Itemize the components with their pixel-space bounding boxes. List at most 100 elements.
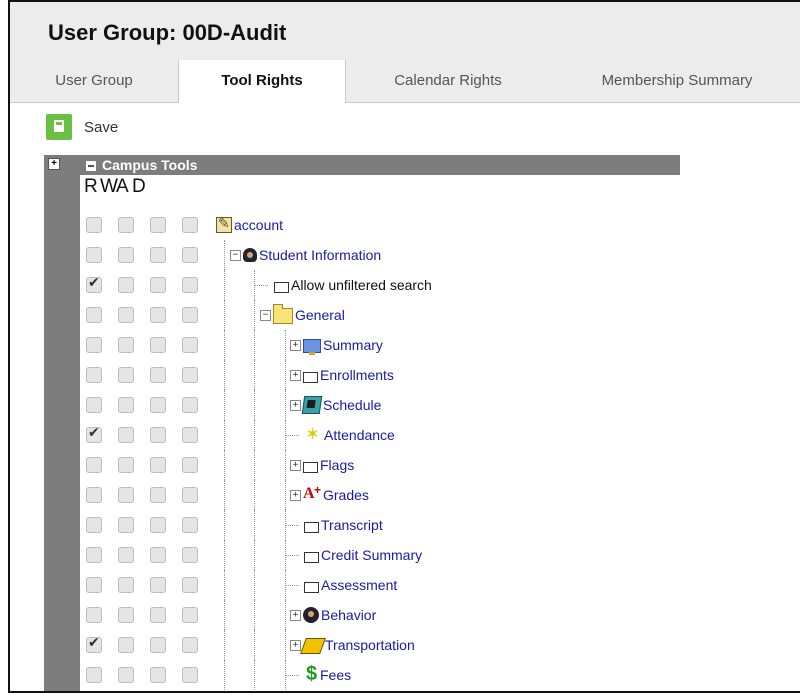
rights-checkbox-r[interactable] [86, 577, 102, 593]
tree-node-label[interactable]: General [295, 307, 345, 323]
rights-checkbox-a[interactable] [150, 277, 166, 293]
rights-checkbox-a[interactable] [150, 637, 166, 653]
rights-checkbox-a[interactable] [150, 307, 166, 323]
tree-node: Assessment [304, 575, 397, 595]
rights-checkbox-a[interactable] [150, 487, 166, 503]
rights-checkbox-a[interactable] [150, 397, 166, 413]
rights-checkbox-d[interactable] [182, 487, 198, 503]
rights-checkbox-r[interactable] [86, 307, 102, 323]
summary-icon [303, 339, 321, 355]
rights-checkbox-a[interactable] [150, 547, 166, 563]
save-button[interactable]: Save [46, 114, 118, 140]
rights-checkbox-r[interactable] [86, 247, 102, 263]
expand-icon[interactable]: + [290, 369, 301, 381]
rights-checkbox-w[interactable] [118, 637, 134, 653]
rights-checkbox-r[interactable] [86, 425, 102, 443]
rights-checkbox-r[interactable] [86, 607, 102, 623]
rights-checkbox-a[interactable] [150, 457, 166, 473]
rights-checkbox-d[interactable] [182, 667, 198, 683]
rights-checkbox-a[interactable] [150, 217, 166, 233]
rights-checkbox-d[interactable] [182, 367, 198, 383]
tab-membership-summary[interactable]: Membership Summary [552, 60, 800, 102]
rights-checkbox-r[interactable] [86, 517, 102, 533]
rights-checkbox-d[interactable] [182, 247, 198, 263]
expand-all-icon[interactable]: + [48, 158, 60, 170]
rights-checkbox-r[interactable] [86, 667, 102, 683]
tree-node-label[interactable]: Fees [320, 667, 351, 683]
tab-calendar-rights[interactable]: Calendar Rights [344, 60, 552, 102]
rights-checkbox-r[interactable] [86, 217, 102, 233]
rights-checkbox-d[interactable] [182, 337, 198, 353]
rights-checkbox-a[interactable] [150, 577, 166, 593]
rights-checkbox-a[interactable] [150, 667, 166, 683]
account-icon [216, 215, 232, 233]
rights-checkbox-d[interactable] [182, 577, 198, 593]
rights-checkbox-w[interactable] [118, 367, 134, 383]
rights-checkbox-d[interactable] [182, 517, 198, 533]
rights-checkbox-a[interactable] [150, 367, 166, 383]
tree-node-label[interactable]: Behavior [321, 607, 376, 623]
rights-checkbox-a[interactable] [150, 247, 166, 263]
rights-checkbox-w[interactable] [118, 307, 134, 323]
tree-node-label[interactable]: Assessment [321, 577, 397, 593]
collapse-icon[interactable]: − [260, 309, 271, 321]
tree-node-label[interactable]: Grades [323, 487, 369, 503]
rights-checkbox-r[interactable] [86, 547, 102, 563]
rights-checkbox-a[interactable] [150, 337, 166, 353]
tree-node-label[interactable]: Flags [320, 457, 354, 473]
toolbar: Save [46, 114, 118, 144]
tree-node-label[interactable]: Credit Summary [321, 547, 422, 563]
rights-checkbox-d[interactable] [182, 217, 198, 233]
tree-node-label[interactable]: Summary [323, 337, 383, 353]
rights-checkbox-w[interactable] [118, 397, 134, 413]
expand-icon[interactable]: + [290, 609, 301, 621]
rights-checkbox-w[interactable] [118, 547, 134, 563]
rights-checkbox-d[interactable] [182, 277, 198, 293]
tree-node-label[interactable]: Transcript [321, 517, 383, 533]
expand-icon[interactable]: + [290, 339, 301, 351]
rights-checkbox-w[interactable] [118, 217, 134, 233]
rights-checkbox-d[interactable] [182, 607, 198, 623]
rights-checkbox-w[interactable] [118, 457, 134, 473]
rights-checkbox-d[interactable] [182, 457, 198, 473]
rights-checkbox-d[interactable] [182, 397, 198, 413]
tree-node-label[interactable]: Transportation [325, 637, 415, 653]
rights-checkbox-w[interactable] [118, 427, 134, 443]
tab-user-group[interactable]: User Group [10, 60, 178, 102]
rights-checkbox-r[interactable] [86, 635, 102, 653]
rights-checkbox-r[interactable] [86, 397, 102, 413]
collapse-icon[interactable] [86, 161, 96, 171]
rights-checkbox-r[interactable] [86, 337, 102, 353]
rights-checkbox-r[interactable] [86, 457, 102, 473]
rights-checkbox-d[interactable] [182, 547, 198, 563]
expand-icon[interactable]: + [290, 399, 301, 411]
collapse-icon[interactable]: − [230, 249, 241, 261]
tree-node-label[interactable]: account [234, 217, 283, 233]
tree-node-label[interactable]: Schedule [323, 397, 381, 413]
rights-checkbox-w[interactable] [118, 487, 134, 503]
rights-checkbox-d[interactable] [182, 307, 198, 323]
rights-checkbox-r[interactable] [86, 367, 102, 383]
rights-checkbox-w[interactable] [118, 247, 134, 263]
expand-icon[interactable]: + [290, 639, 301, 651]
rights-checkbox-a[interactable] [150, 427, 166, 443]
rights-checkbox-w[interactable] [118, 337, 134, 353]
rights-checkbox-w[interactable] [118, 517, 134, 533]
rights-checkbox-d[interactable] [182, 427, 198, 443]
rights-checkbox-d[interactable] [182, 637, 198, 653]
rights-checkbox-a[interactable] [150, 607, 166, 623]
rights-checkbox-a[interactable] [150, 517, 166, 533]
rights-checkbox-r[interactable] [86, 487, 102, 503]
tree-guide-line [224, 480, 225, 510]
tab-tool-rights[interactable]: Tool Rights [178, 60, 346, 103]
rights-checkbox-w[interactable] [118, 277, 134, 293]
rights-checkbox-w[interactable] [118, 577, 134, 593]
expand-icon[interactable]: + [290, 459, 301, 471]
rights-checkbox-r[interactable] [86, 275, 102, 293]
tree-node-label[interactable]: Enrollments [320, 367, 394, 383]
tree-node-label[interactable]: Attendance [324, 427, 395, 443]
rights-checkbox-w[interactable] [118, 607, 134, 623]
expand-icon[interactable]: + [290, 489, 301, 501]
rights-checkbox-w[interactable] [118, 667, 134, 683]
tree-node-label[interactable]: Student Information [259, 247, 381, 263]
